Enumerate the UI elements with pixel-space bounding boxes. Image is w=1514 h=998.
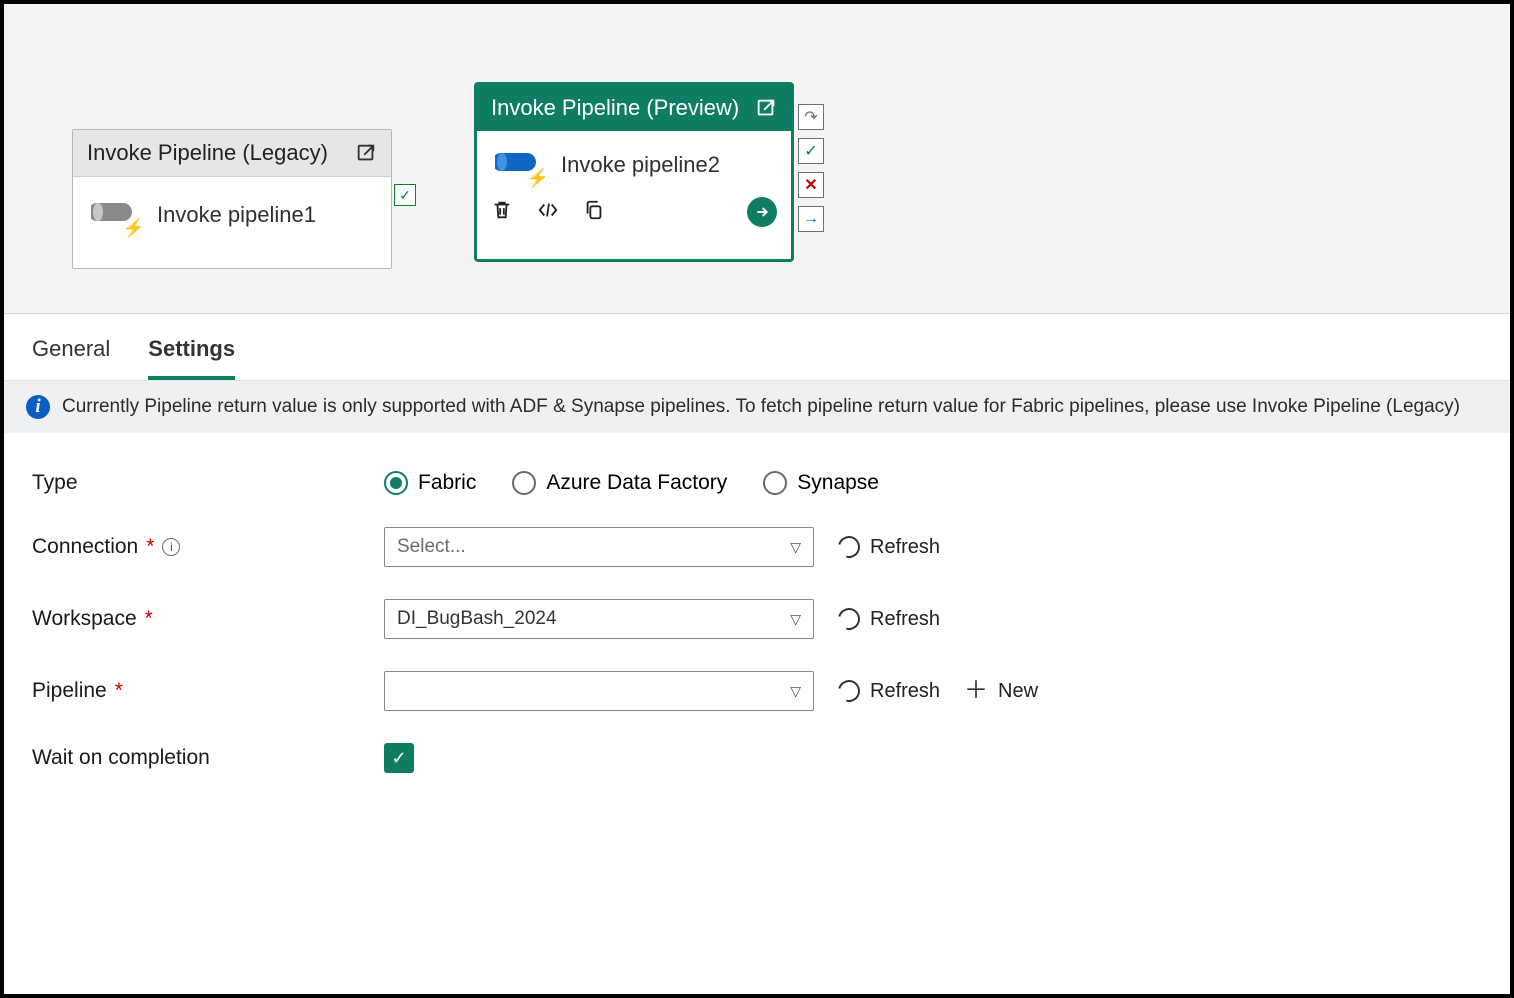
required-mark: * <box>145 607 153 631</box>
code-icon[interactable] <box>535 199 561 226</box>
copy-icon[interactable] <box>583 198 605 227</box>
chevron-down-icon: ▽ <box>790 539 801 556</box>
connection-placeholder: Select... <box>397 536 466 558</box>
info-text: Currently Pipeline return value is only … <box>62 396 1460 418</box>
help-icon[interactable]: i <box>162 538 180 556</box>
activity-name: Invoke pipeline1 <box>157 202 316 228</box>
pipeline-new[interactable]: ＋ New <box>964 679 1038 703</box>
connection-refresh[interactable]: Refresh <box>838 536 940 559</box>
workspace-select[interactable]: DI_BugBash_2024 ▽ <box>384 599 814 639</box>
row-wait: Wait on completion ✓ <box>32 727 1482 789</box>
required-mark: * <box>115 679 123 703</box>
pipeline-icon: ⚡ <box>91 195 139 235</box>
settings-form: Type Fabric Azure Data Factory Synapse C… <box>4 433 1510 811</box>
info-banner: i Currently Pipeline return value is onl… <box>4 381 1510 433</box>
radio-adf-label: Azure Data Factory <box>546 471 727 495</box>
type-radio-group: Fabric Azure Data Factory Synapse <box>384 471 879 495</box>
run-icon[interactable] <box>747 197 777 227</box>
info-icon: i <box>26 395 50 419</box>
activity-invoke-pipeline-preview[interactable]: Invoke Pipeline (Preview) ⚡ Invoke pipel… <box>474 82 794 262</box>
row-workspace: Workspace * DI_BugBash_2024 ▽ Refresh <box>32 583 1482 655</box>
activity-title: Invoke Pipeline (Legacy) <box>87 140 328 166</box>
open-external-icon[interactable] <box>755 97 777 119</box>
required-mark: * <box>146 535 154 559</box>
chevron-down-icon: ▽ <box>790 611 801 628</box>
radio-fabric-label: Fabric <box>418 471 476 495</box>
pipeline-label: Pipeline * <box>32 679 384 703</box>
activity-title: Invoke Pipeline (Preview) <box>491 95 739 121</box>
activity-header: Invoke Pipeline (Preview) <box>477 85 791 131</box>
activity-header: Invoke Pipeline (Legacy) <box>73 130 391 177</box>
refresh-icon <box>834 532 864 562</box>
pipeline-icon: ⚡ <box>495 145 543 185</box>
row-connection: Connection * i Select... ▽ Refresh <box>32 511 1482 583</box>
bolt-icon: ⚡ <box>527 168 549 189</box>
connection-select[interactable]: Select... ▽ <box>384 527 814 567</box>
type-label: Type <box>32 471 384 495</box>
status-success-icon: ✓ <box>394 184 416 206</box>
bolt-icon: ⚡ <box>123 218 145 239</box>
success-icon[interactable]: ✓ <box>798 138 824 164</box>
activity-body: ⚡ Invoke pipeline1 <box>73 177 391 253</box>
workspace-label: Workspace * <box>32 607 384 631</box>
plus-icon: ＋ <box>964 679 988 703</box>
chevron-down-icon: ▽ <box>790 683 801 700</box>
workspace-refresh[interactable]: Refresh <box>838 608 940 631</box>
activity-status-column: ↷ ✓ ✕ → <box>798 104 824 232</box>
open-external-icon[interactable] <box>355 142 377 164</box>
radio-fabric[interactable]: Fabric <box>384 471 476 495</box>
pipeline-select[interactable]: ▽ <box>384 671 814 711</box>
activity-body: ⚡ Invoke pipeline2 <box>477 131 791 191</box>
skip-icon[interactable]: → <box>798 206 824 232</box>
radio-synapse[interactable]: Synapse <box>763 471 879 495</box>
refresh-icon <box>834 604 864 634</box>
error-icon[interactable]: ✕ <box>798 172 824 198</box>
wait-label: Wait on completion <box>32 746 384 770</box>
settings-tabs: General Settings <box>4 314 1510 381</box>
row-type: Type Fabric Azure Data Factory Synapse <box>32 455 1482 511</box>
refresh-icon <box>834 676 864 706</box>
pipeline-refresh[interactable]: Refresh <box>838 680 940 703</box>
delete-icon[interactable] <box>491 198 513 227</box>
tab-general[interactable]: General <box>32 336 110 380</box>
workspace-value: DI_BugBash_2024 <box>397 608 557 630</box>
wait-checkbox[interactable]: ✓ <box>384 743 414 773</box>
row-pipeline: Pipeline * ▽ Refresh ＋ New <box>32 655 1482 727</box>
activity-name: Invoke pipeline2 <box>561 152 720 178</box>
pipeline-canvas[interactable]: Invoke Pipeline (Legacy) ⚡ Invoke pipeli… <box>4 4 1510 314</box>
activity-toolbar <box>477 191 791 239</box>
connection-label: Connection * i <box>32 535 384 559</box>
radio-adf[interactable]: Azure Data Factory <box>512 471 727 495</box>
tab-settings[interactable]: Settings <box>148 336 235 380</box>
radio-synapse-label: Synapse <box>797 471 879 495</box>
activity-invoke-pipeline-legacy[interactable]: Invoke Pipeline (Legacy) ⚡ Invoke pipeli… <box>72 129 392 269</box>
redo-icon[interactable]: ↷ <box>798 104 824 130</box>
